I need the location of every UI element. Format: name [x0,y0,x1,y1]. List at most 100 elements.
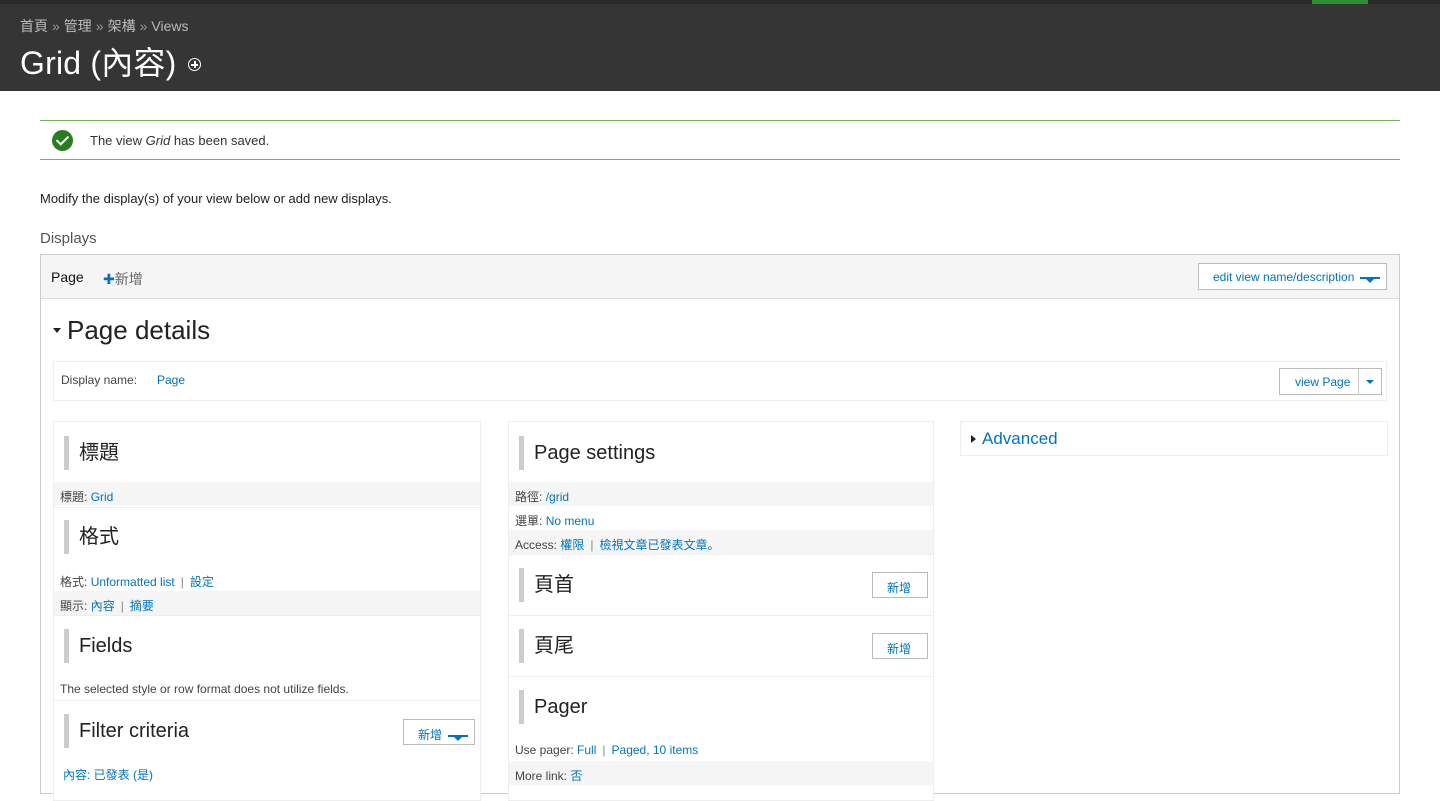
header-section-heading: 頁首 [519,568,574,602]
add-display-link[interactable]: ✚新增 [103,269,143,289]
add-header-button[interactable]: 新增 [872,572,928,598]
format-section-heading: 格式 [64,520,119,554]
show-value-link[interactable]: 內容 [91,599,115,613]
menu-row: 選單: No menu [509,506,933,530]
add-filter-button[interactable]: 新增 [403,719,475,745]
pipe-separator: | [590,538,594,552]
advanced-toggle[interactable]: Advanced [971,429,1058,449]
expand-triangle-icon [971,434,976,443]
displays-label: Displays [40,230,97,247]
edit-view-name-button[interactable]: edit view name/description [1198,263,1387,290]
toolbar-accent [1312,0,1368,4]
pager-type-link[interactable]: Full [577,743,596,757]
status-message: The view Grid has been saved. [40,120,1400,160]
status-message-text: The view Grid has been saved. [90,133,269,148]
display-tabs: Page ✚新增 edit view name/description [41,255,1399,299]
show-label: 顯示: [60,599,88,613]
format-label: 格式: [60,575,88,589]
title-value-link[interactable]: Grid [91,490,114,504]
pager-items-link[interactable]: Paged, 10 items [612,743,699,757]
message-view-name: Grid [145,133,171,148]
page-title: Grid (內容) [20,38,202,84]
menu-value-link[interactable]: No menu [546,514,595,528]
filter-section-heading: Filter criteria [64,714,189,748]
message-prefix: The view [90,133,143,148]
breadcrumb: 首頁» 管理» 架構» Views [20,16,188,36]
pipe-separator: | [120,599,124,613]
pager-section-heading: Pager [519,690,587,724]
more-link-label: More link: [515,769,568,783]
tab-page[interactable]: Page [51,269,84,285]
display-name-bar: Display name: Page view Page [53,361,1387,401]
divider [509,676,933,677]
add-footer-button[interactable]: 新增 [872,633,928,659]
access-row: Access: 權限 | 檢視文章已發表文章。 [509,530,933,554]
title-label: 標題: [60,490,88,504]
add-display-label: 新增 [114,271,143,287]
menu-label: 選單: [515,514,543,528]
plus-icon: ✚ [103,271,115,287]
use-pager-label: Use pager: [515,743,574,757]
show-row: 顯示: 內容 | 摘要 [54,591,480,615]
title-section-heading: 標題 [64,436,119,470]
filter-row: 內容: 已發表 (是) [54,760,480,784]
more-link-row: More link: 否 [509,761,933,785]
pipe-separator: | [180,575,184,589]
check-icon [52,130,73,151]
breadcrumb-separator: » [52,18,60,34]
fields-section-heading: Fields [64,629,132,663]
format-value-link[interactable]: Unformatted list [91,575,175,589]
displays-panel: Page ✚新增 edit view name/description Page… [40,254,1400,801]
format-settings-link[interactable]: 設定 [190,575,214,589]
column-advanced: Advanced [960,421,1388,456]
pipe-separator: | [602,743,606,757]
divider [54,700,480,701]
dropdown-icon[interactable] [448,731,469,741]
collapse-triangle-icon [53,327,61,333]
divider [54,615,480,616]
show-settings-link[interactable]: 摘要 [130,599,154,613]
path-row: 路徑: /grid [509,482,933,506]
access-label: Access: [515,538,558,552]
dropdown-icon[interactable] [1360,273,1381,283]
toolbar-header: 首頁» 管理» 架構» Views Grid (內容) [0,0,1440,91]
divider [509,615,933,616]
button-split [1358,369,1359,394]
page-title-text: Grid (內容) [20,45,177,81]
chevron-down-icon[interactable] [1366,380,1374,384]
page-details-title: Page details [67,315,211,345]
divider [509,554,933,555]
filter-published-link[interactable]: 內容: 已發表 (是) [63,768,153,782]
access-permission-link[interactable]: 檢視文章已發表文章。 [600,538,720,552]
fields-note: The selected style or row format does no… [60,682,349,696]
access-type-link[interactable]: 權限 [560,538,584,552]
title-row: 標題: Grid [54,482,480,506]
breadcrumb-views[interactable]: Views [151,18,188,34]
breadcrumb-separator: » [95,18,104,34]
message-suffix: has been saved. [173,133,270,148]
column-first: 標題 標題: Grid 格式 格式: Unformatted list | 設定 顯… [53,421,481,801]
format-row: 格式: Unformatted list | 設定 [54,567,480,591]
view-page-label: view Page [1295,375,1351,389]
path-value-link[interactable]: /grid [546,490,569,504]
add-shortcut-icon[interactable] [188,58,202,71]
column-second: Page settings 路徑: /grid 選單: No menu Acce… [508,421,934,801]
edit-view-name-label: edit view name/description [1213,270,1355,284]
footer-section-heading: 頁尾 [519,629,574,663]
display-name-link[interactable]: Page [157,373,185,387]
page-settings-heading: Page settings [519,436,655,470]
display-name-label: Display name: [61,373,138,387]
add-filter-label: 新增 [418,728,443,742]
path-label: 路徑: [515,490,543,504]
breadcrumb-home[interactable]: 首頁 [20,18,48,34]
intro-text: Modify the display(s) of your view below… [40,191,392,206]
divider [54,507,480,508]
view-page-button[interactable]: view Page [1279,368,1382,395]
breadcrumb-separator: » [139,18,148,34]
more-link-value[interactable]: 否 [570,769,582,783]
breadcrumb-structure[interactable]: 架構 [108,18,136,34]
use-pager-row: Use pager: Full | Paged, 10 items [509,737,933,761]
breadcrumb-admin[interactable]: 管理 [64,18,92,34]
page-details-heading[interactable]: Page details [53,315,210,346]
advanced-label: Advanced [982,429,1058,448]
